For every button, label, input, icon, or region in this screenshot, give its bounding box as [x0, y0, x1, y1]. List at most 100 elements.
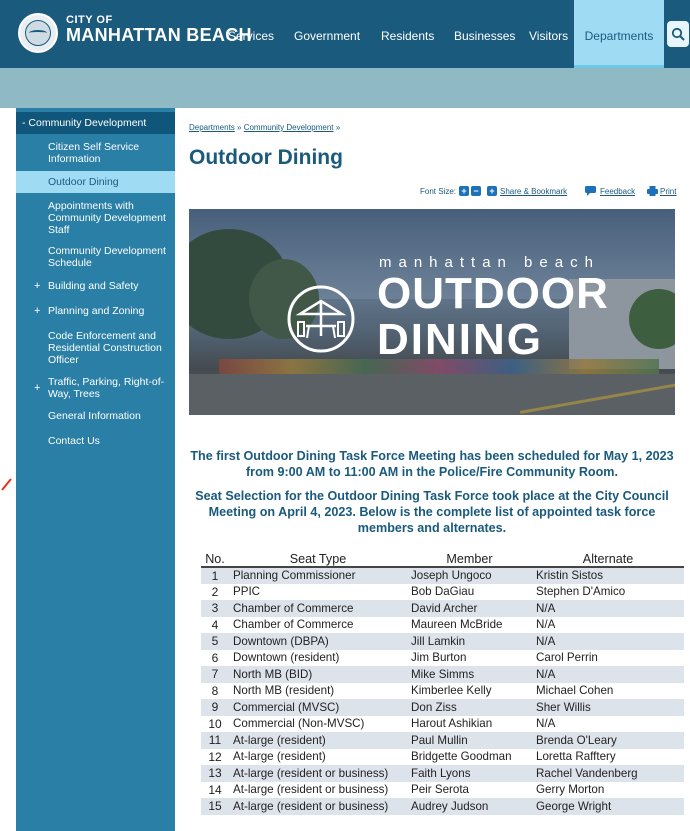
- share-bookmark-text[interactable]: Share & Bookmark: [500, 187, 567, 196]
- share-icon[interactable]: +: [487, 186, 497, 196]
- table-row: 9 Commercial (MVSC) Don Ziss Sher Willis: [201, 699, 684, 716]
- sidebar-item-general-information[interactable]: General Information: [16, 410, 175, 422]
- cell-alternate: Carol Perrin: [532, 649, 684, 666]
- cell-alternate: George Wright: [532, 798, 684, 815]
- cell-no: 15: [201, 798, 229, 815]
- table-row: 1 Planning Commissioner Joseph Ungoco Krist…: [201, 567, 684, 584]
- table-row: 8 North MB (resident) Kimberlee Kelly Micha…: [201, 682, 684, 699]
- cell-no: 7: [201, 666, 229, 683]
- nav-visitors[interactable]: Visitors: [529, 0, 568, 68]
- font-increase-button[interactable]: +: [459, 186, 469, 196]
- cell-no: 12: [201, 748, 229, 765]
- cell-no: 11: [201, 732, 229, 749]
- cell-no: 1: [201, 567, 229, 584]
- share-bookmark-link[interactable]: Share & Bookmark: [500, 186, 567, 198]
- search-button[interactable]: [667, 21, 689, 47]
- hero-title-line2: DINING: [377, 315, 543, 364]
- table-row: 5 Downtown (DBPA) Jill Lamkin N/A: [201, 633, 684, 650]
- table-row: 7 North MB (BID) Mike Simms N/A: [201, 666, 684, 683]
- breadcrumb-community-development[interactable]: Community Development: [244, 123, 334, 132]
- seat-selection-announcement: Seat Selection for the Outdoor Dining Ta…: [195, 489, 669, 535]
- breadcrumb-departments[interactable]: Departments: [189, 123, 235, 132]
- sidebar-item-cd-schedule[interactable]: Community Development Schedule: [16, 245, 175, 269]
- print-link[interactable]: Print: [660, 186, 676, 198]
- cell-member: Jim Burton: [407, 649, 532, 666]
- breadcrumb-separator: »: [234, 123, 244, 132]
- nav-departments[interactable]: Departments: [574, 0, 664, 68]
- column-header-no: No.: [201, 551, 229, 568]
- sidebar-section-community-development[interactable]: - Community Development: [16, 112, 175, 134]
- cell-seat-type: Commercial (MVSC): [229, 699, 407, 716]
- table-row: 14 At-large (resident or business) Peir Se…: [201, 781, 684, 798]
- column-header-member: Member: [407, 551, 532, 568]
- sidebar-item-outdoor-dining[interactable]: Outdoor Dining: [16, 171, 175, 193]
- nav-government[interactable]: Government: [294, 0, 360, 68]
- cell-alternate: Brenda O'Leary: [532, 732, 684, 749]
- page-title: Outdoor Dining: [189, 146, 343, 169]
- cell-alternate: N/A: [532, 715, 684, 732]
- cell-no: 10: [201, 715, 229, 732]
- cell-no: 8: [201, 682, 229, 699]
- breadcrumb-separator: »: [333, 123, 341, 132]
- sidebar-item-label: General Information: [48, 410, 141, 422]
- cell-member: Paul Mullin: [407, 732, 532, 749]
- table-row: 12 At-large (resident) Bridgette Goodman Lo…: [201, 748, 684, 765]
- font-size-label: Font Size:: [420, 187, 457, 196]
- city-seal-icon[interactable]: [18, 13, 58, 53]
- cell-member: Mike Simms: [407, 666, 532, 683]
- table-header-row: No. Seat Type Member Alternate: [201, 551, 684, 568]
- cell-seat-type: At-large (resident or business): [229, 798, 407, 815]
- cell-seat-type: At-large (resident or business): [229, 765, 407, 782]
- cell-member: Maureen McBride: [407, 616, 532, 633]
- cell-seat-type: At-large (resident or business): [229, 781, 407, 798]
- sidebar-item-label: Code Enforcement and Residential Constru…: [48, 330, 162, 366]
- print-text[interactable]: Print: [660, 187, 676, 196]
- table-row: 4 Chamber of Commerce Maureen McBride N/A: [201, 616, 684, 633]
- cell-no: 13: [201, 765, 229, 782]
- nav-residents[interactable]: Residents: [381, 0, 434, 68]
- cell-seat-type: Commercial (Non-MVSC): [229, 715, 407, 732]
- cell-seat-type: Chamber of Commerce: [229, 600, 407, 617]
- feedback-link[interactable]: Feedback: [600, 186, 635, 198]
- expand-plus-icon[interactable]: +: [34, 305, 40, 317]
- header-band: [0, 68, 690, 108]
- cell-seat-type: North MB (BID): [229, 666, 407, 683]
- cell-member: Audrey Judson: [407, 798, 532, 815]
- feedback-text[interactable]: Feedback: [600, 187, 635, 196]
- cell-seat-type: At-large (resident): [229, 748, 407, 765]
- nav-businesses[interactable]: Businesses: [454, 0, 515, 68]
- sidebar-item-label: Community Development Schedule: [48, 245, 166, 269]
- sidebar-item-citizen-self-service[interactable]: Citizen Self Service Information: [16, 141, 175, 165]
- dining-table-icon: [287, 285, 355, 353]
- task-force-table: No. Seat Type Member Alternate 1 Planning…: [201, 551, 684, 815]
- cell-alternate: Rachel Vandenberg: [532, 765, 684, 782]
- cell-seat-type: Downtown (resident): [229, 649, 407, 666]
- table-row: 2 PPIC Bob DaGiau Stephen D'Amico: [201, 583, 684, 600]
- sidebar-item-label: Appointments with Community Development …: [48, 200, 166, 236]
- breadcrumb: Departments » Community Development »: [189, 123, 340, 132]
- feedback-icon[interactable]: [585, 186, 596, 196]
- logo-text-large[interactable]: MANHATTAN BEACH: [66, 25, 252, 46]
- cell-member: David Archer: [407, 600, 532, 617]
- cell-alternate: Stephen D'Amico: [532, 583, 684, 600]
- table-row: 15 At-large (resident or business) Audrey …: [201, 798, 684, 815]
- cell-seat-type: Planning Commissioner: [229, 567, 407, 584]
- sidebar-item-contact-us[interactable]: Contact Us: [16, 435, 175, 447]
- cell-member: Bridgette Goodman: [407, 748, 532, 765]
- print-icon[interactable]: [647, 186, 658, 196]
- sidebar-item-traffic-parking[interactable]: + Traffic, Parking, Right-of-Way, Trees: [16, 376, 175, 400]
- cell-member: Jill Lamkin: [407, 633, 532, 650]
- sidebar-item-appointments[interactable]: Appointments with Community Development …: [16, 200, 175, 236]
- nav-services[interactable]: Services: [228, 0, 274, 68]
- sidebar-item-code-enforcement[interactable]: Code Enforcement and Residential Constru…: [16, 330, 175, 366]
- sidebar-item-building-safety[interactable]: + Building and Safety: [16, 280, 175, 292]
- hero-image: manhattan beach OUTDOOR DINING: [189, 209, 675, 415]
- sidebar-item-label: Traffic, Parking, Right-of-Way, Trees: [48, 376, 165, 400]
- sidebar-item-planning-zoning[interactable]: + Planning and Zoning: [16, 305, 175, 317]
- expand-plus-icon[interactable]: +: [34, 280, 40, 292]
- search-icon: [671, 27, 685, 41]
- expand-plus-icon[interactable]: +: [34, 382, 40, 394]
- cell-no: 6: [201, 649, 229, 666]
- font-decrease-button[interactable]: −: [471, 186, 481, 196]
- cell-alternate: N/A: [532, 616, 684, 633]
